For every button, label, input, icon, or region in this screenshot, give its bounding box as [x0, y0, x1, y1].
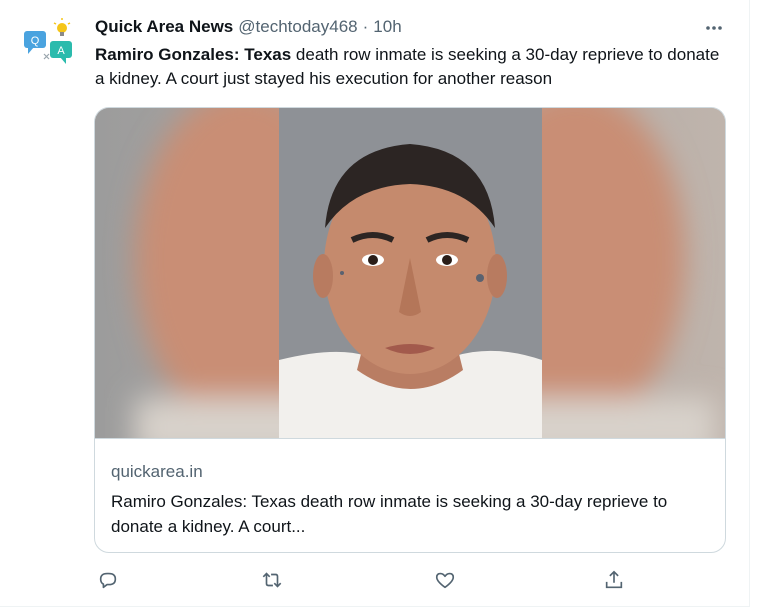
card-image[interactable]	[95, 108, 725, 438]
avatar[interactable]: Q A	[16, 14, 80, 78]
reply-icon	[99, 572, 117, 589]
mugshot-photo-icon	[95, 108, 725, 438]
timeline-border	[749, 0, 750, 607]
tweet-text: Ramiro Gonzales: Texas death row inmate …	[95, 43, 725, 91]
like-icon	[435, 572, 455, 589]
share-icon	[605, 570, 623, 589]
more-options-button[interactable]	[702, 16, 726, 40]
avatar-letter-a: A	[57, 45, 65, 57]
avatar-letter-q: Q	[31, 35, 40, 47]
more-dots-icon	[706, 26, 722, 30]
user-handle[interactable]: @techtoday468	[238, 16, 357, 38]
tweet-timestamp[interactable]: 10h	[373, 16, 401, 38]
retweet-icon	[262, 572, 282, 588]
tweet-text-bold: Ramiro Gonzales: Texas	[95, 45, 292, 64]
tweet-header: Quick Area News @techtoday468 · 10h	[95, 16, 402, 38]
separator-dot: ·	[362, 17, 369, 36]
tweet-action-bar	[0, 566, 750, 594]
card-domain: quickarea.in	[111, 462, 203, 481]
card-title: Ramiro Gonzales: Texas death row inmate …	[111, 492, 668, 536]
tweet[interactable]: Q A Quick Area News @techtoday468 · 10h	[0, 0, 758, 607]
retweet-button[interactable]	[258, 566, 286, 594]
card-body: quickarea.in Ramiro Gonzales: Texas deat…	[95, 439, 725, 539]
like-button[interactable]	[431, 566, 459, 594]
chat-bubbles-logo-icon: Q A	[24, 18, 72, 64]
reply-button[interactable]	[94, 566, 122, 594]
share-button[interactable]	[600, 566, 628, 594]
display-name[interactable]: Quick Area News	[95, 16, 233, 38]
link-card[interactable]: quickarea.in Ramiro Gonzales: Texas deat…	[94, 107, 726, 553]
